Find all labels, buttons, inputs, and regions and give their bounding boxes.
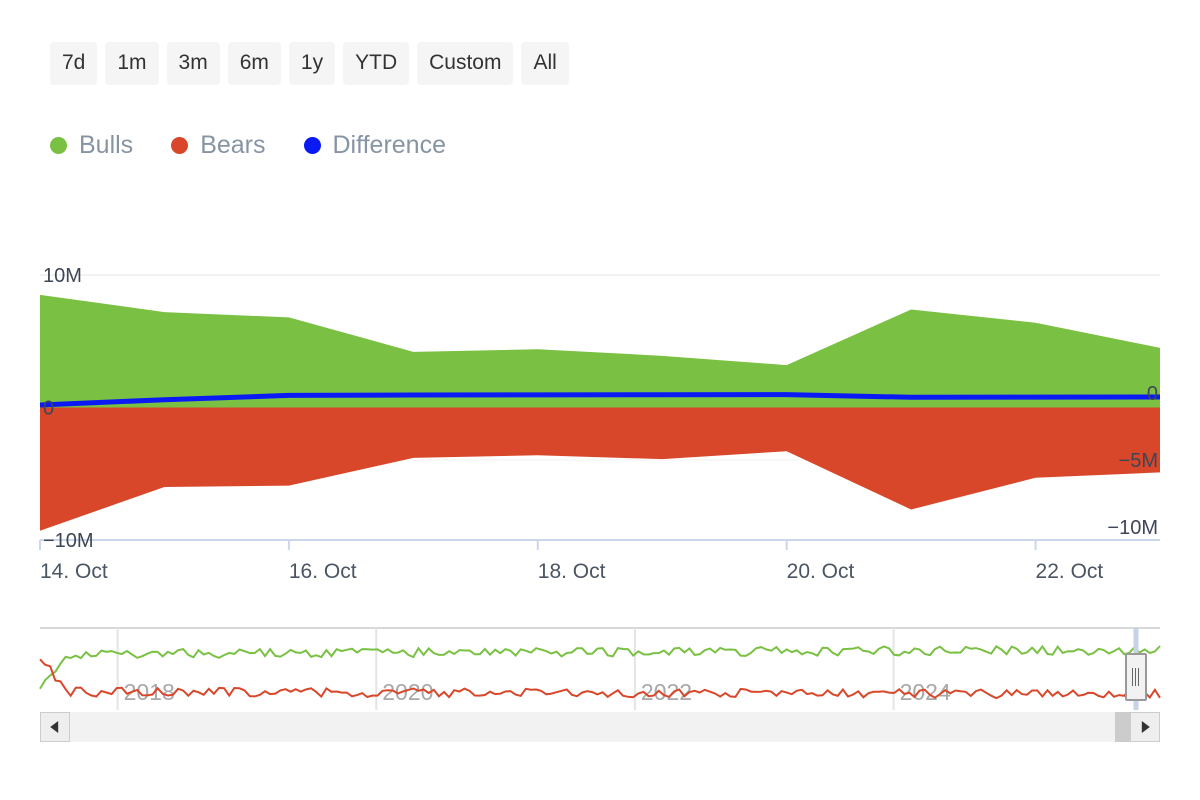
legend-marker-difference-icon <box>303 137 321 154</box>
series-area-bears <box>40 407 1160 531</box>
y-axis-left-tick-label: 0 <box>43 398 54 420</box>
chart-scrollbar[interactable] <box>40 712 1160 742</box>
range-button-1m[interactable]: 1m <box>105 42 159 85</box>
x-axis <box>39 539 1160 550</box>
x-axis-tick-label: 16. Oct <box>289 560 357 583</box>
x-axis-tick-label: 14. Oct <box>40 560 108 583</box>
chart-gridlines <box>40 274 1160 541</box>
x-axis-tick-label: 18. Oct <box>538 560 606 583</box>
range-button-1y[interactable]: 1y <box>288 42 336 85</box>
stock-chart: 7d 1m 3m 6m 1y YTD Custom All Bulls Bear… <box>0 0 1200 800</box>
chart-plot-area: 10M 0 −10M 0 −5M −10M 14. Oct 16. Oct 18. Oct 2… <box>0 0 1200 800</box>
navigator-year-label: 2020 <box>382 679 433 705</box>
legend-item-difference[interactable]: Difference <box>303 131 447 159</box>
y-axis-left-tick-label: 10M <box>43 265 82 287</box>
y-axis-right-labels: 0 −5M −10M <box>1107 383 1158 539</box>
y-axis-right-tick-label: −10M <box>1107 517 1158 539</box>
x-axis-tick-label: 20. Oct <box>787 560 855 583</box>
legend-marker-bulls-icon <box>50 137 67 154</box>
range-button-6m[interactable]: 6m <box>227 42 281 85</box>
navigator-handle-grip-icon <box>1132 668 1140 686</box>
y-axis-left-labels: 10M 0 −10M <box>43 265 94 552</box>
legend-label-bulls: Bulls <box>79 131 134 159</box>
legend-item-bulls[interactable]: Bulls <box>50 133 133 158</box>
y-axis-right-tick-label: 0 <box>1147 383 1158 405</box>
series-line-difference <box>39 392 1161 408</box>
chevron-left-icon <box>50 721 59 733</box>
navigator-handle-right[interactable] <box>1125 653 1147 701</box>
scrollbar-track[interactable] <box>40 712 1160 742</box>
range-button-3m[interactable]: 3m <box>166 42 220 85</box>
range-button-7d[interactable]: 7d <box>50 42 98 85</box>
legend-item-bears[interactable]: Bears <box>171 131 266 159</box>
range-selector: 7d 1m 3m 6m 1y YTD Custom All <box>50 42 569 85</box>
chevron-right-icon <box>1141 721 1150 733</box>
navigator-year-label: 2018 <box>124 679 175 705</box>
chart-legend: Bulls Bears Difference <box>50 133 446 158</box>
navigator-chart: 2018 2020 2022 2024 <box>39 627 1161 710</box>
series-area-bulls <box>40 294 1160 408</box>
scrollbar-left-arrow-button[interactable] <box>40 712 70 742</box>
range-button-all[interactable]: All <box>521 42 569 85</box>
y-axis-left-tick-label: −10M <box>43 530 94 552</box>
legend-label-difference: Difference <box>332 131 447 159</box>
navigator-year-label: 2022 <box>641 679 692 705</box>
y-axis-right-tick-label: −5M <box>1119 450 1158 472</box>
legend-marker-bears-icon <box>171 137 189 154</box>
scrollbar-right-arrow-button[interactable] <box>1130 712 1160 742</box>
range-button-ytd[interactable]: YTD <box>343 42 410 85</box>
navigator-series-bears <box>39 658 1161 700</box>
x-axis-labels: 14. Oct 16. Oct 18. Oct 20. Oct 22. Oct <box>40 560 1103 583</box>
x-axis-tick-label: 22. Oct <box>1036 560 1104 583</box>
navigator-series-bulls <box>39 644 1161 690</box>
range-button-custom[interactable]: Custom <box>417 42 514 85</box>
legend-label-bears: Bears <box>200 131 266 159</box>
navigator-year-label: 2024 <box>900 679 951 705</box>
